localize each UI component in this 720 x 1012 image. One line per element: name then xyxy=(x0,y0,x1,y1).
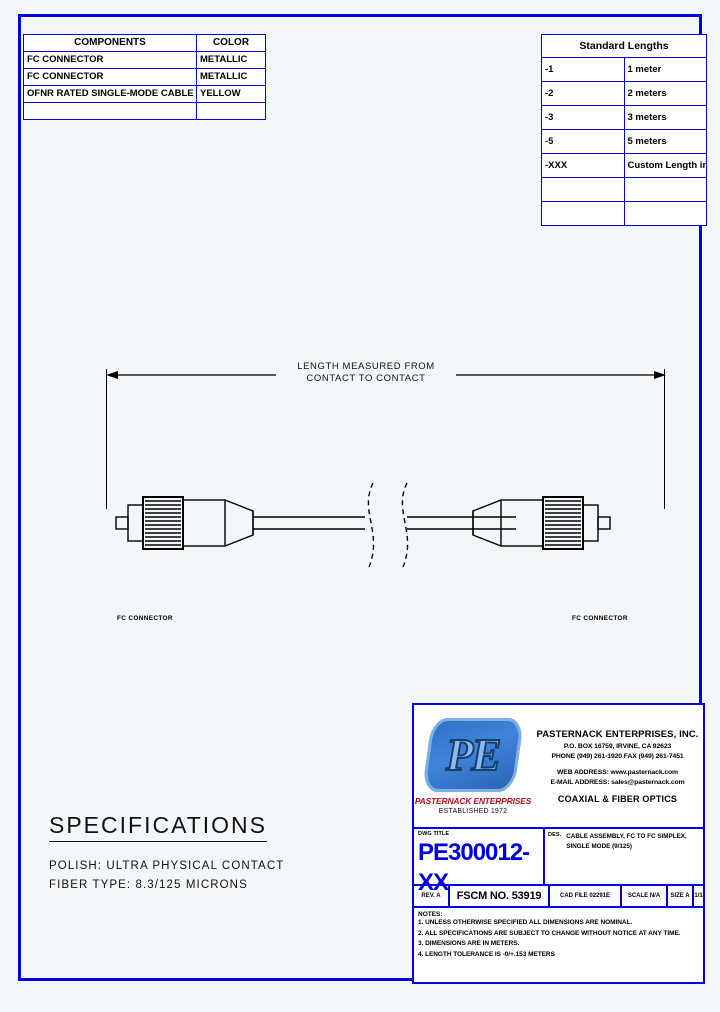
description-line-2: SINGLE MODE (9/125) xyxy=(566,843,633,850)
length-code: -2 xyxy=(541,81,625,106)
length-desc xyxy=(623,177,707,202)
drawing-sheet: COMPONENTS COLOR FC CONNECTOR METALLIC F… xyxy=(18,14,707,984)
company-tagline: COAXIAL & FIBER OPTICS xyxy=(557,793,678,804)
length-code xyxy=(541,177,625,202)
fscm-field: FSCM NO. 53919 xyxy=(450,886,550,906)
logo-established: ESTABLISHED 1972 xyxy=(438,807,508,815)
table-row: -5 5 meters xyxy=(541,129,707,154)
components-table: COMPONENTS COLOR FC CONNECTOR METALLIC F… xyxy=(23,34,266,120)
component-color: METALLIC xyxy=(196,68,266,86)
components-header: COMPONENTS xyxy=(23,34,197,52)
component-color: METALLIC xyxy=(196,51,266,69)
component-name: FC CONNECTOR xyxy=(23,68,197,86)
sheet-field: 1/1 xyxy=(694,893,703,899)
company-logo: PE PASTERNACK ENTERPRISES ESTABLISHED 19… xyxy=(414,705,532,827)
standard-lengths-title: Standard Lengths xyxy=(541,34,707,58)
right-fc-connector xyxy=(472,496,611,550)
note-item: 1. UNLESS OTHERWISE SPECIFIED ALL DIMENS… xyxy=(418,919,633,926)
drawing-title-row: DWG TITLE PE300012-XX DES. CABLE ASSEMBL… xyxy=(414,829,703,896)
component-name: FC CONNECTOR xyxy=(23,51,197,69)
pe-logo-letters: PE xyxy=(445,728,501,780)
table-row xyxy=(541,177,707,202)
company-contact-info: PASTERNACK ENTERPRISES, INC. P.O. BOX 16… xyxy=(532,705,703,827)
dimension-line-2: CONTACT TO CONTACT xyxy=(306,373,426,384)
specification-fiber-type: FIBER TYPE: 8.3/125 MICRONS xyxy=(49,879,248,891)
standard-lengths-table: Standard Lengths -1 1 meter -2 2 meters … xyxy=(541,34,707,226)
specifications-list: POLISH: ULTRA PHYSICAL CONTACT FIBER TYP… xyxy=(49,860,349,891)
note-item: 3. DIMENSIONS ARE IN METERS. xyxy=(418,940,520,947)
table-row: -1 1 meter xyxy=(541,57,707,82)
note-item: 4. LENGTH TOLERANCE IS -0/+.153 METERS xyxy=(418,950,555,958)
length-code: -3 xyxy=(541,105,625,130)
length-code: -1 xyxy=(541,57,625,82)
length-desc: 2 meters xyxy=(623,81,707,106)
table-row: -2 2 meters xyxy=(541,81,707,106)
component-name xyxy=(23,102,197,120)
length-desc: 3 meters xyxy=(623,105,707,130)
table-row: FC CONNECTOR METALLIC xyxy=(23,51,266,69)
cable-assembly-graphic xyxy=(115,482,611,568)
left-connector-label: FC CONNECTOR xyxy=(117,615,173,622)
pe-logo-icon: PE xyxy=(421,717,525,792)
company-address: P.O. BOX 16759, IRVINE, CA 92623 xyxy=(563,742,672,750)
table-row: OFNR RATED SINGLE-MODE CABLE YELLOW xyxy=(23,85,266,103)
specifications-title: SPECIFICATIONS xyxy=(49,812,267,842)
left-fc-connector xyxy=(115,496,254,550)
dimension-label: LENGTH MEASURED FROM CONTACT TO CONTACT xyxy=(276,361,456,385)
logo-wordmark: PASTERNACK ENTERPRISES xyxy=(414,795,532,806)
length-code: -XXX xyxy=(541,153,625,178)
cable-break-symbol xyxy=(367,482,409,568)
color-header: COLOR xyxy=(196,34,266,52)
notes-section: NOTES: 1. UNLESS OTHERWISE SPECIFIED ALL… xyxy=(414,908,703,963)
company-email: E-MAIL ADDRESS: sales@pasternack.com xyxy=(550,778,685,786)
title-block: PE PASTERNACK ENTERPRISES ESTABLISHED 19… xyxy=(412,703,705,984)
drawing-metadata-row: REV. A FSCM NO. 53919 CAD FILE 02291E SC… xyxy=(414,886,703,908)
component-name: OFNR RATED SINGLE-MODE CABLE xyxy=(23,85,197,103)
company-header-row: PE PASTERNACK ENTERPRISES ESTABLISHED 19… xyxy=(414,705,703,829)
length-desc xyxy=(623,201,707,226)
revision-field: REV. A xyxy=(414,886,450,906)
table-header-row: COMPONENTS COLOR xyxy=(23,34,266,52)
length-code: -5 xyxy=(541,129,625,154)
dimension-line-1: LENGTH MEASURED FROM xyxy=(297,361,435,372)
note-item: 2. ALL SPECIFICATIONS ARE SUBJECT TO CHA… xyxy=(418,929,681,937)
table-row xyxy=(541,201,707,226)
table-header-row: Standard Lengths xyxy=(541,34,707,58)
description-cell: DES. CABLE ASSEMBLY, FC TO FC SIMPLEX, S… xyxy=(545,829,703,884)
component-color: YELLOW xyxy=(196,85,266,103)
scale-field: SCALE N/A xyxy=(622,886,668,906)
table-row: -XXX Custom Length in meters xyxy=(541,153,707,178)
company-web: WEB ADDRESS: www.pasternack.com xyxy=(556,768,679,776)
length-desc: 1 meter xyxy=(623,57,707,82)
length-desc: Custom Length in meters xyxy=(623,153,707,178)
dwg-title-cell: DWG TITLE PE300012-XX xyxy=(414,829,545,896)
right-connector-label: FC CONNECTOR xyxy=(572,615,628,622)
table-row: -3 3 meters xyxy=(541,105,707,130)
table-row xyxy=(23,102,266,120)
cad-file-field: CAD FILE 02291E xyxy=(550,886,622,906)
notes-title: NOTES: xyxy=(418,911,443,918)
length-desc: 5 meters xyxy=(623,129,707,154)
description-text: CABLE ASSEMBLY, FC TO FC SIMPLEX, SINGLE… xyxy=(566,832,686,881)
company-name: PASTERNACK ENTERPRISES, INC. xyxy=(536,728,699,740)
description-line-1: CABLE ASSEMBLY, FC TO FC SIMPLEX, xyxy=(566,833,687,840)
specifications-section: SPECIFICATIONS POLISH: ULTRA PHYSICAL CO… xyxy=(49,812,349,891)
component-color xyxy=(196,102,266,120)
des-label: DES. xyxy=(548,832,562,838)
size-field: SIZE A xyxy=(668,886,694,906)
specification-polish: POLISH: ULTRA PHYSICAL CONTACT xyxy=(49,860,285,872)
cable-assembly-drawing: LENGTH MEASURED FROM CONTACT TO CONTACT xyxy=(21,347,705,647)
dwg-title-label: DWG TITLE xyxy=(418,831,450,837)
table-row: FC CONNECTOR METALLIC xyxy=(23,68,266,86)
length-code xyxy=(541,201,625,226)
company-phone: PHONE (949) 261-1920 FAX (949) 261-7451 xyxy=(551,752,684,760)
